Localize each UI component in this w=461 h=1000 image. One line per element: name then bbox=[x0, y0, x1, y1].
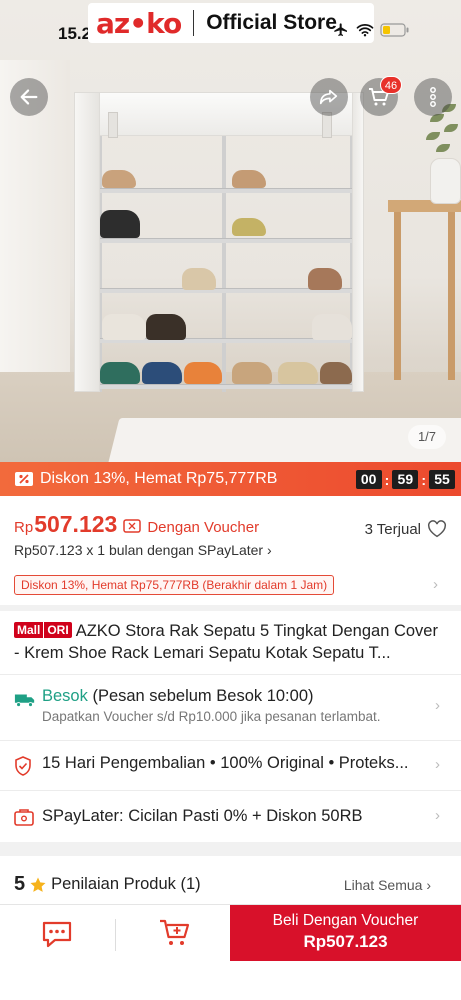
shield-icon bbox=[15, 756, 31, 776]
ori-badge: ORI bbox=[44, 622, 72, 638]
flash-sale-bar: Diskon 13%, Hemat Rp75,777RB 00 : 59 : 5… bbox=[0, 462, 461, 496]
product-image[interactable]: 46 1/7 bbox=[0, 0, 461, 462]
add-to-cart-button[interactable] bbox=[158, 917, 192, 954]
guarantee-text: 15 Hari Pengembalian • 100% Original • P… bbox=[42, 754, 409, 772]
more-button[interactable] bbox=[414, 78, 452, 116]
bottom-divider bbox=[115, 919, 116, 951]
chat-icon bbox=[42, 921, 72, 948]
shipping-chevron-icon: › bbox=[435, 697, 440, 714]
heart-icon[interactable] bbox=[427, 520, 447, 538]
timer-seconds: 55 bbox=[429, 470, 455, 489]
side-table bbox=[388, 200, 461, 380]
voucher-icon bbox=[123, 519, 142, 533]
guarantee-chevron-icon: › bbox=[435, 756, 440, 773]
product-title: Mall ORI AZKO Stora Rak Sepatu 5 Tingkat D… bbox=[14, 620, 447, 664]
voucher-label: Dengan Voucher bbox=[147, 519, 260, 536]
delivery-truck-icon bbox=[14, 694, 35, 708]
sold-text: 3 Terjual bbox=[364, 520, 421, 538]
add-to-cart-icon bbox=[160, 919, 190, 945]
price-amount: 507.123 bbox=[34, 511, 118, 537]
discount-tag-icon bbox=[15, 472, 33, 486]
buy-with-voucher-button[interactable]: Beli Dengan Voucher Rp507.123 bbox=[230, 905, 461, 961]
promo-tag[interactable]: Diskon 13%, Hemat Rp75,777RB (Berakhir d… bbox=[14, 575, 335, 595]
timer-hours: 00 bbox=[355, 470, 382, 489]
timer-minutes: 59 bbox=[392, 470, 419, 489]
price-currency: Rp bbox=[14, 519, 34, 536]
section-divider-2 bbox=[0, 842, 461, 856]
back-arrow-icon bbox=[20, 89, 38, 105]
product-title-text: AZKO Stora Rak Sepatu 5 Tingkat Dengan C… bbox=[14, 622, 438, 662]
shipping-sub: Dapatkan Voucher s/d Rp10.000 jika pesan… bbox=[42, 709, 381, 724]
paylater-info[interactable]: Rp507.123 x 1 bulan dengan SPayLater › bbox=[14, 542, 272, 558]
bottom-action-bar: Beli Dengan Voucher Rp507.123 bbox=[0, 904, 461, 1000]
chat-button[interactable] bbox=[40, 919, 74, 954]
more-vertical-icon bbox=[430, 87, 436, 107]
airplane-icon bbox=[334, 23, 347, 36]
back-button[interactable] bbox=[10, 78, 48, 116]
rating-label: Penilaian Produk (1) bbox=[51, 875, 201, 893]
buy-button-label: Beli Dengan Voucher bbox=[272, 912, 419, 929]
shipping-row[interactable]: › bbox=[0, 674, 461, 740]
cart-badge: 46 bbox=[380, 76, 402, 94]
status-icons bbox=[332, 22, 410, 38]
shipping-main-text: (Pesan sebelum Besok 10:00) bbox=[87, 687, 314, 705]
buy-button-price: Rp507.123 bbox=[303, 932, 388, 951]
shipping-main: Besok (Pesan sebelum Besok 10:00) bbox=[42, 687, 314, 706]
mall-badge: Mall bbox=[14, 622, 44, 638]
spaylater-text: SPayLater: Cicilan Pasti 0% + Diskon 50R… bbox=[42, 807, 363, 825]
promo-chevron-icon[interactable]: › bbox=[433, 576, 438, 593]
image-counter: 1/7 bbox=[408, 425, 446, 449]
spaylater-chevron-icon: › bbox=[435, 807, 440, 824]
brand-divider bbox=[193, 10, 195, 36]
star-icon bbox=[30, 877, 46, 892]
flash-sale-text: Diskon 13%, Hemat Rp75,777RB bbox=[40, 470, 278, 487]
countdown-timer: 00 : 59 : 55 bbox=[355, 470, 455, 489]
rating-score: 5 bbox=[14, 873, 26, 895]
shipping-highlight: Besok bbox=[42, 687, 88, 705]
brand-logo: az•ko bbox=[96, 6, 182, 40]
share-button[interactable] bbox=[310, 78, 348, 116]
brand-subtitle: Official Store bbox=[206, 11, 337, 34]
sold-count: 3 Terjual bbox=[365, 520, 447, 538]
see-all-link[interactable]: Lihat Semua › bbox=[344, 877, 431, 893]
shoe-rack bbox=[74, 92, 364, 392]
battery-icon bbox=[380, 23, 409, 37]
rating-summary: 5 Penilaian Produk (1) bbox=[14, 873, 201, 896]
spaylater-icon bbox=[14, 809, 34, 826]
wifi-icon bbox=[356, 24, 374, 37]
section-divider bbox=[0, 605, 461, 611]
share-icon bbox=[319, 89, 338, 105]
